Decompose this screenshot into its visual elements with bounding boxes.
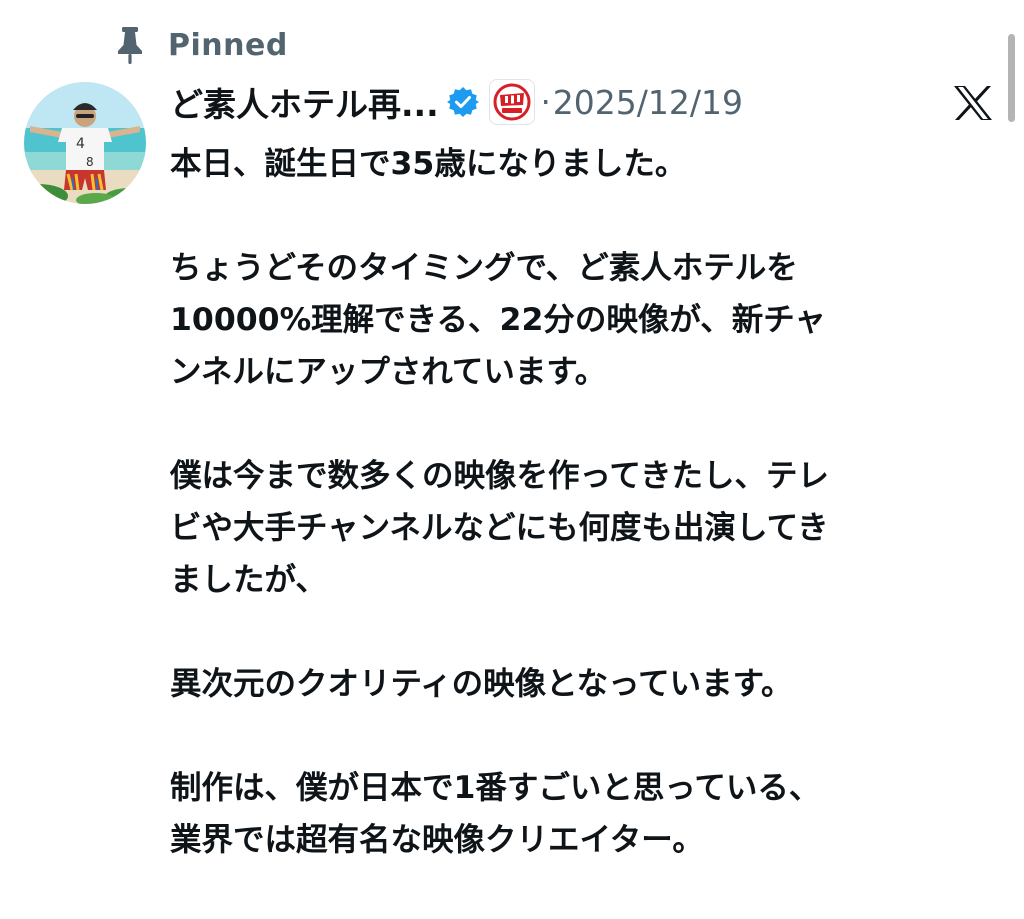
post-text-line [170, 398, 1000, 450]
post-text-line: 僕は今まで数多くの映像を作ってきたし、テレ [170, 458, 829, 494]
x-logo-icon[interactable] [952, 84, 994, 122]
post-text-line [170, 710, 1000, 762]
post-text-line: ビや大手チャンネルなどにも何度も出演してき [170, 510, 829, 546]
post-text-line [170, 190, 1000, 242]
pinned-label: Pinned [168, 27, 288, 63]
post-text-line: ンネルにアップされています。 [170, 354, 607, 390]
post-text-line: ちょうどそのタイミングで、ど素人ホテルを [170, 250, 798, 286]
post-text-line: ましたが、 [170, 562, 327, 598]
post-text-line: 異次元のクオリティの映像となっています。 [170, 666, 793, 702]
separator-dot: · [540, 83, 551, 121]
pinned-indicator: Pinned [112, 24, 288, 66]
pin-icon [112, 24, 148, 66]
verified-badge-icon [446, 85, 481, 119]
post-text-line: 制作は、僕が日本で1番すごいと思っている、 [170, 770, 821, 806]
avatar[interactable]: 4 8 [24, 82, 146, 204]
post-text: 本日、誕生日で35歳になりました。 ちょうどそのタイミングで、ど素人ホテルを 1… [170, 138, 1000, 866]
svg-text:4: 4 [76, 136, 85, 152]
post-text-line: 業界では超有名な映像クリエイター。 [170, 822, 704, 858]
affiliate-channel-badge[interactable] [488, 79, 535, 125]
post-text-line [170, 606, 1000, 658]
author-display-name[interactable]: ど素人ホテル再... [170, 78, 439, 126]
post-text-line: 本日、誕生日で35歳になりました。 [170, 146, 687, 182]
post-header: ど素人ホテル再... · 2025/12/19 [170, 76, 743, 128]
post-text-line: 10000%理解できる、22分の映像が、新チャ [170, 302, 826, 338]
scrollbar[interactable] [1008, 34, 1015, 122]
svg-text:8: 8 [86, 155, 94, 169]
post-date[interactable]: 2025/12/19 [553, 83, 743, 122]
